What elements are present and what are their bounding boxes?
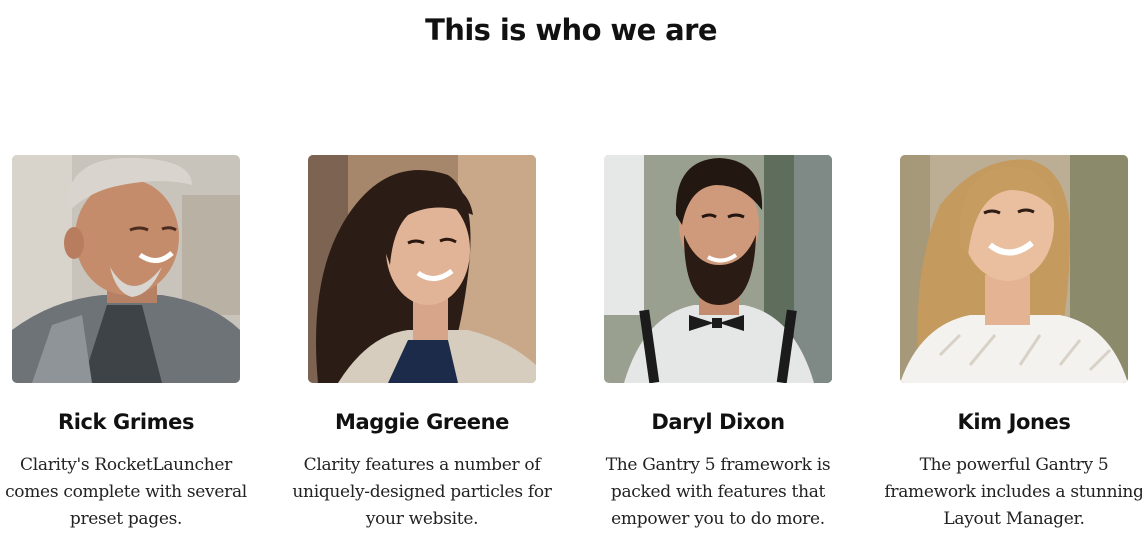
person-photo-icon: [604, 155, 832, 383]
member-name: Maggie Greene: [335, 410, 509, 434]
person-photo-icon: [308, 155, 536, 383]
member-bio: Clarity's RocketLauncher comes complete …: [5, 455, 247, 529]
member-name: Daryl Dixon: [651, 410, 785, 434]
member-photo: [12, 155, 240, 383]
member-bio: The Gantry 5 framework is packed with fe…: [605, 455, 831, 529]
member-photo: [604, 155, 832, 383]
member-bio: Clarity features a number of uniquely-de…: [292, 455, 552, 529]
team-member-card: Maggie Greene Clarity features a number …: [292, 155, 552, 529]
member-name: Rick Grimes: [57, 410, 195, 434]
member-photo: [308, 155, 536, 383]
person-photo-icon: [12, 155, 240, 383]
person-photo-icon: [900, 155, 1128, 383]
member-photo: [900, 155, 1128, 383]
team-member-card: Daryl Dixon The Gantry 5 framework is pa…: [604, 155, 832, 529]
member-name: Kim Jones: [957, 410, 1071, 434]
member-bio: The powerful Gantry 5 framework includes…: [884, 455, 1142, 529]
section-title: This is who we are: [425, 13, 717, 47]
team-member-card: Kim Jones The powerful Gantry 5 framewor…: [884, 155, 1142, 529]
team-member-card: Rick Grimes Clarity's RocketLauncher com…: [5, 155, 247, 529]
